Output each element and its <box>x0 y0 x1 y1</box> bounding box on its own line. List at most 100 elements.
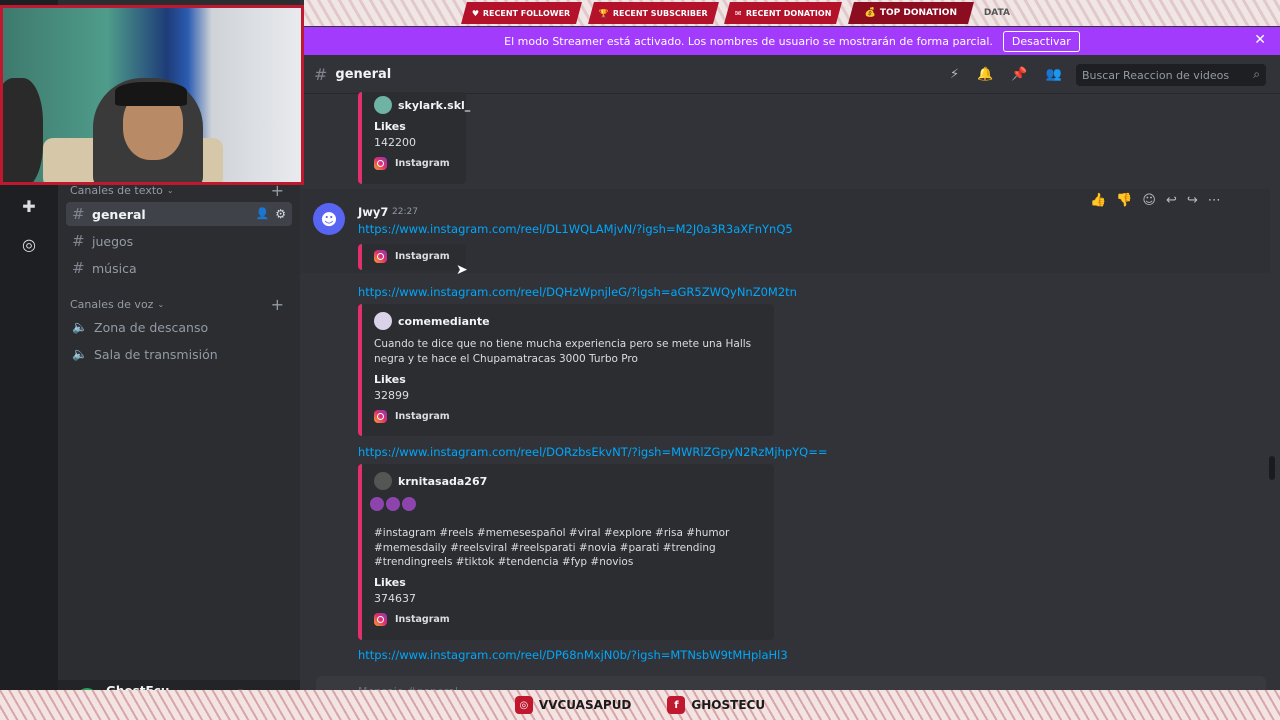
stream-bottom-banner: ◎ VVCUASAPUD f GHOSTECU <box>0 690 1280 720</box>
search-input[interactable]: Buscar Reaccion de videos ⌕ <box>1076 64 1266 86</box>
handle-text: VVCUASAPUD <box>538 698 632 712</box>
add-server-button[interactable]: ✚ <box>9 186 49 226</box>
recent-follower-badge: ♥ RECENT FOLLOWER <box>461 2 582 24</box>
instagram-embed: krnitasada267 #instagram #reels #memeses… <box>358 464 774 640</box>
pin-icon[interactable]: 📌 <box>1011 67 1027 82</box>
emoji-row <box>370 497 416 511</box>
mouse-cursor-icon: ➤ <box>456 262 468 278</box>
likes-value: 142200 <box>374 136 416 149</box>
webcam-overlay <box>0 5 304 185</box>
instagram-embed: Instagram <box>358 244 466 270</box>
hash-icon: # <box>314 65 328 84</box>
likes-label: Likes <box>374 120 406 133</box>
thumbs-up-icon[interactable]: 👍 <box>1090 193 1106 208</box>
instagram-icon <box>374 410 387 423</box>
reel-link[interactable]: https://www.instagram.com/reel/DP68nMxjN… <box>358 648 788 662</box>
likes-label: Likes <box>374 576 406 589</box>
instagram-icon <box>374 157 387 170</box>
heart-icon: ♥ <box>472 8 480 18</box>
hash-icon: # <box>72 259 85 277</box>
channel-general[interactable]: # general 👤 ⚙ <box>66 202 292 226</box>
text-category-label: Canales de texto <box>70 184 163 197</box>
reel-link[interactable]: https://www.instagram.com/reel/DQHzWpnjl… <box>358 285 797 299</box>
create-voice-channel-button[interactable]: + <box>271 295 284 314</box>
avatar[interactable]: ☻ <box>313 203 345 235</box>
moneybag-icon: 💰 <box>865 7 877 18</box>
imp-emoji-icon <box>402 497 416 511</box>
handle-text: GHOSTECU <box>691 698 766 712</box>
instagram-handle: ◎ VVCUASAPUD <box>514 696 632 714</box>
voice-category[interactable]: Canales de voz ⌄ <box>70 298 164 311</box>
overlay-tail-text: DATA <box>983 8 1010 18</box>
reel-link[interactable]: https://www.instagram.com/reel/DORzbsEkv… <box>358 445 827 459</box>
reply-icon[interactable]: ↩ <box>1166 193 1177 208</box>
more-icon[interactable]: ⋯ <box>1208 193 1221 208</box>
message-actions: 👍 👎 ☺ ↩ ↪ ⋯ <box>1090 193 1221 208</box>
members-icon[interactable]: 👥 <box>1046 67 1062 82</box>
embed-author-avatar <box>374 96 392 114</box>
channel-label: Sala de transmisión <box>94 346 218 362</box>
speaker-icon: 🔈 <box>72 319 88 334</box>
embed-footer: Instagram <box>395 614 450 625</box>
donation-icon: ✉ <box>735 8 742 18</box>
instagram-icon <box>374 613 387 626</box>
compass-icon: ◎ <box>22 234 36 254</box>
imp-emoji-icon <box>386 497 400 511</box>
page-title: general <box>335 67 392 82</box>
instagram-icon <box>374 250 387 263</box>
stream-top-banner: ♥ RECENT FOLLOWER 🏆 RECENT SUBSCRIBER ✉ REC… <box>304 0 1280 26</box>
channel-musica[interactable]: # música <box>66 256 292 280</box>
trophy-icon: 🏆 <box>598 8 609 18</box>
instagram-icon: ◎ <box>514 696 533 714</box>
scrollbar-thumb[interactable] <box>1269 456 1275 480</box>
recent-donation-badge: ✉ RECENT DONATION <box>724 2 843 24</box>
invite-icon[interactable]: 👤 <box>256 207 270 221</box>
speaker-icon: 🔈 <box>72 346 88 361</box>
voice-channel-transmision[interactable]: 🔈 Sala de transmisión <box>66 342 292 366</box>
embed-author-avatar <box>374 312 392 330</box>
text-category[interactable]: Canales de texto ⌄ <box>70 184 174 197</box>
search-placeholder: Buscar Reaccion de videos <box>1082 68 1230 82</box>
likes-label: Likes <box>374 373 406 386</box>
chevron-down-icon: ⌄ <box>166 186 174 195</box>
close-icon[interactable]: ✕ <box>1254 32 1266 48</box>
plus-icon: ✚ <box>22 196 36 216</box>
embed-author[interactable]: comemediante <box>398 315 490 328</box>
message-timestamp: 22:27 <box>392 207 418 217</box>
channel-juegos[interactable]: # juegos <box>66 229 292 253</box>
thumbs-down-icon[interactable]: 👎 <box>1116 193 1132 208</box>
embed-description: Cuando te dice que no tiene mucha experi… <box>374 338 752 365</box>
embed-author[interactable]: skylark.skl_ <box>398 99 470 112</box>
embed-footer: Instagram <box>395 411 450 422</box>
message-author[interactable]: Jwy7 <box>358 205 388 219</box>
hash-icon: # <box>72 205 85 223</box>
embed-author[interactable]: krnitasada267 <box>398 475 487 488</box>
chevron-down-icon: ⌄ <box>157 300 165 309</box>
likes-value: 32899 <box>374 389 409 402</box>
embed-footer: Instagram <box>395 251 450 262</box>
gear-icon[interactable]: ⚙ <box>275 207 286 221</box>
threads-icon[interactable]: ⚡ <box>950 67 959 82</box>
facebook-icon: f <box>667 696 686 714</box>
imp-emoji-icon <box>370 497 384 511</box>
add-reaction-icon[interactable]: ☺ <box>1142 193 1156 208</box>
notice-text: El modo Streamer está activado. Los nomb… <box>504 34 993 48</box>
forward-icon[interactable]: ↪ <box>1187 193 1198 208</box>
channel-header: # general ⚡ 🔔 📌 👥 Buscar Reaccion de vid… <box>304 56 1280 94</box>
channel-label: Zona de descanso <box>94 319 209 335</box>
voice-channel-descanso[interactable]: 🔈 Zona de descanso <box>66 315 292 339</box>
instagram-embed: comemediante Cuando te dice que no tiene… <box>358 304 774 436</box>
likes-value: 374637 <box>374 592 416 605</box>
embed-author-avatar <box>374 472 392 490</box>
bell-icon[interactable]: 🔔 <box>977 67 993 82</box>
discord-window: ✚ ◎ Canales de texto ⌄ + # general 👤 ⚙ #… <box>0 0 1280 720</box>
streamer-mode-notice: El modo Streamer está activado. Los nomb… <box>304 27 1280 55</box>
reel-link[interactable]: https://www.instagram.com/reel/DL1WQLAMj… <box>358 222 793 236</box>
facebook-handle: f GHOSTECU <box>667 696 765 714</box>
embed-footer: Instagram <box>395 158 450 169</box>
deactivate-button[interactable]: Desactivar <box>1002 30 1080 52</box>
channel-label: juegos <box>92 233 134 249</box>
hash-icon: # <box>72 232 85 250</box>
explore-servers-button[interactable]: ◎ <box>9 224 49 264</box>
voice-category-label: Canales de voz <box>70 298 154 311</box>
